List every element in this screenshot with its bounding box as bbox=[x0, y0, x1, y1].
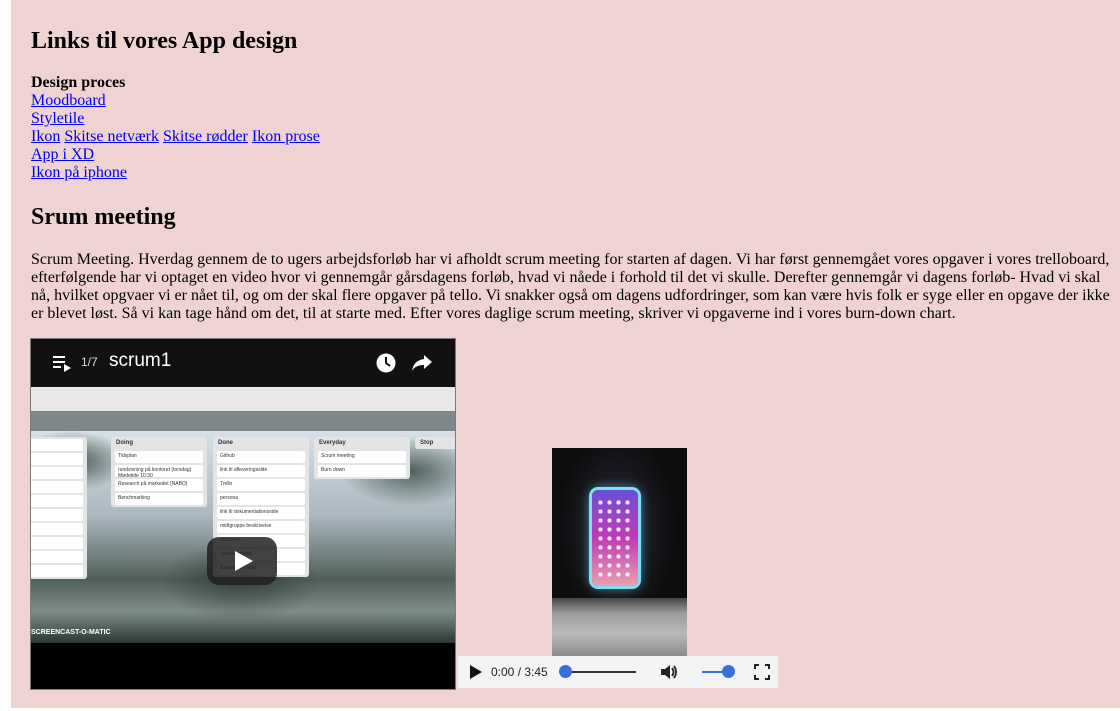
volume-knob[interactable] bbox=[722, 665, 735, 678]
seek-track[interactable] bbox=[566, 671, 636, 673]
video-thumbnail[interactable]: Doing Tidsplan rundvisning på kontoret (… bbox=[31, 387, 455, 643]
iphone-screen bbox=[592, 490, 638, 586]
seek-knob[interactable] bbox=[559, 665, 572, 678]
scrum-heading: Srum meeting bbox=[31, 204, 176, 230]
video-title[interactable]: scrum1 bbox=[109, 350, 171, 372]
clock-icon[interactable] bbox=[376, 353, 396, 373]
links-heading: Links til vores App design bbox=[31, 28, 298, 54]
volume-icon[interactable] bbox=[660, 663, 678, 681]
trello-header bbox=[31, 411, 455, 431]
browser-toolbar bbox=[31, 387, 455, 412]
trello-column-doing: Doing Tidsplan rundvisning på kontoret (… bbox=[111, 437, 207, 507]
playlist-counter: 1/7 bbox=[81, 355, 98, 369]
page-background: Links til vores App design Design proces… bbox=[11, 0, 1120, 708]
video-controls: 0:00 / 3:45 bbox=[458, 656, 778, 688]
ikon-prose-link[interactable]: Ikon prose bbox=[252, 128, 320, 145]
play-icon[interactable] bbox=[207, 537, 277, 585]
trello-column-stop: Stop bbox=[415, 437, 455, 449]
moodboard-link[interactable]: Moodboard bbox=[31, 92, 106, 109]
laptop-surface bbox=[552, 598, 687, 657]
skitse-rodder-link[interactable]: Skitse rødder bbox=[163, 128, 248, 145]
design-links: Design proces Moodboard Styletile Ikon S… bbox=[31, 74, 320, 182]
play-icon[interactable] bbox=[470, 665, 482, 679]
app-i-xd-link[interactable]: App i XD bbox=[31, 146, 94, 163]
iphone-video[interactable] bbox=[552, 448, 687, 657]
ikon-paa-iphone-link[interactable]: Ikon på iphone bbox=[31, 164, 127, 181]
screencast-watermark: SCREENCAST-O-MATIC bbox=[31, 629, 111, 636]
youtube-title-bar: 1/7 scrum1 bbox=[31, 339, 455, 387]
fullscreen-icon[interactable] bbox=[754, 664, 770, 680]
trello-column bbox=[31, 437, 87, 579]
styletile-link[interactable]: Styletile bbox=[31, 110, 84, 127]
trello-column-everyday: Everyday Scrum meeting Burn down bbox=[314, 437, 410, 479]
design-process-label: Design proces bbox=[31, 74, 126, 91]
playlist-icon[interactable] bbox=[53, 354, 71, 372]
ikon-link[interactable]: Ikon bbox=[31, 128, 60, 145]
video-time: 0:00 / 3:45 bbox=[491, 665, 548, 679]
youtube-embed[interactable]: 1/7 scrum1 Doing Tidsplan rundvisning på… bbox=[30, 338, 456, 690]
skitse-netvaerk-link[interactable]: Skitse netværk bbox=[64, 128, 159, 145]
share-icon[interactable] bbox=[411, 353, 433, 373]
scrum-paragraph: Scrum Meeting. Hverdag gennem de to uger… bbox=[31, 251, 1110, 322]
